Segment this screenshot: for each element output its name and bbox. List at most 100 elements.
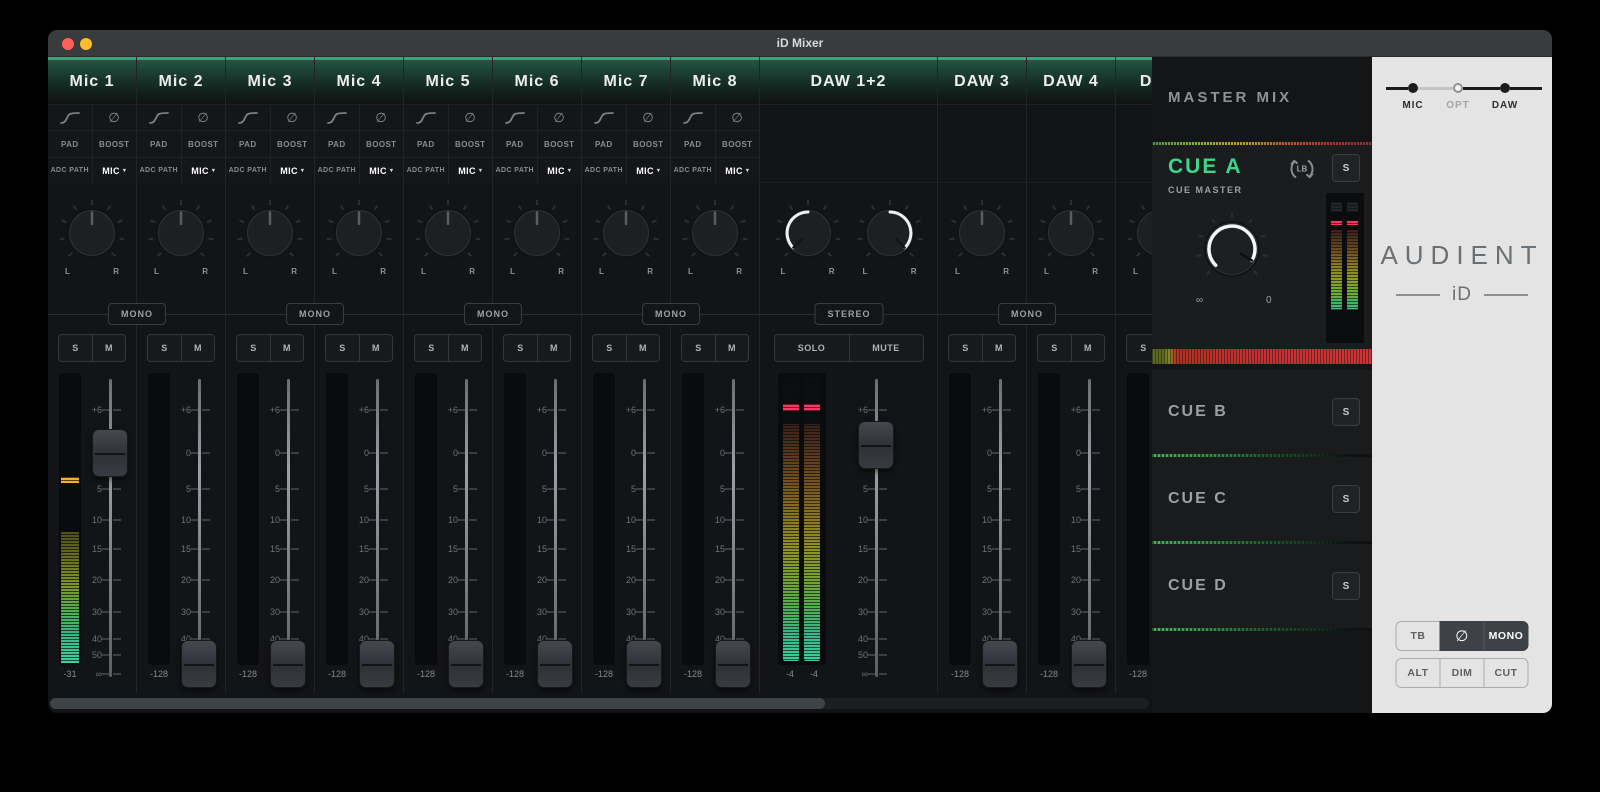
pad-button[interactable]: PAD xyxy=(493,131,537,157)
source-select[interactable]: MIC ▾ xyxy=(626,158,670,183)
channel-header[interactable]: Mic 6 xyxy=(493,57,581,105)
pan-knob[interactable] xyxy=(590,197,662,274)
solo-button[interactable]: S xyxy=(948,334,982,362)
pan-knob[interactable] xyxy=(772,197,844,274)
talkback-button[interactable]: TB xyxy=(1395,621,1441,651)
stereo-link-button[interactable]: STEREO xyxy=(814,303,884,325)
source-select[interactable]: MIC ▾ xyxy=(270,158,314,183)
mute-button[interactable]: M xyxy=(537,334,571,362)
fader[interactable]: +605101520304050∞ xyxy=(852,373,900,679)
fader-handle[interactable] xyxy=(715,639,751,688)
channel-header[interactable]: Mic 3 xyxy=(226,57,314,105)
cue-c-solo-button[interactable]: S xyxy=(1332,485,1360,513)
mute-button[interactable]: M xyxy=(359,334,393,362)
boost-button[interactable]: BOOST xyxy=(359,131,403,157)
boost-button[interactable]: BOOST xyxy=(92,131,136,157)
scrollbar-thumb[interactable] xyxy=(50,698,825,709)
solo-button[interactable]: S xyxy=(147,334,181,362)
pan-knob[interactable] xyxy=(56,197,128,274)
fader-handle[interactable] xyxy=(982,639,1018,688)
channel-header[interactable]: Mic 1 xyxy=(48,57,136,105)
hpf-filter-button[interactable] xyxy=(137,105,181,130)
mono-button[interactable]: MONO xyxy=(1483,621,1529,651)
channel-header[interactable]: Mic 7 xyxy=(582,57,670,105)
mono-link-button[interactable]: MONO xyxy=(642,303,700,325)
cue-master-volume-knob[interactable] xyxy=(1190,207,1274,291)
solo-button[interactable]: S xyxy=(1037,334,1071,362)
window-titlebar[interactable]: iD Mixer xyxy=(48,30,1552,57)
solo-button[interactable]: S xyxy=(592,334,626,362)
mono-link-button[interactable]: MONO xyxy=(464,303,522,325)
polarity-button[interactable]: ∅ xyxy=(1439,621,1485,651)
hpf-filter-button[interactable] xyxy=(48,105,92,130)
boost-button[interactable]: BOOST xyxy=(715,131,759,157)
fader-handle[interactable] xyxy=(359,639,395,688)
pan-knob[interactable] xyxy=(1035,197,1107,274)
fader[interactable]: +605101520304050∞ xyxy=(620,373,668,688)
fader-handle[interactable] xyxy=(270,639,306,688)
boost-button[interactable]: BOOST xyxy=(270,131,314,157)
fader-handle[interactable] xyxy=(92,428,128,477)
pad-button[interactable]: PAD xyxy=(48,131,92,157)
solo-button[interactable]: SOLO xyxy=(773,334,849,362)
channel-header[interactable]: DAW xyxy=(1116,57,1152,105)
mic-position-dot[interactable] xyxy=(1408,83,1418,93)
fader-handle[interactable] xyxy=(181,639,217,688)
dim-button[interactable]: DIM xyxy=(1439,658,1485,688)
source-select[interactable]: MIC ▾ xyxy=(92,158,136,183)
fader-handle[interactable] xyxy=(448,639,484,688)
hpf-filter-button[interactable] xyxy=(671,105,715,130)
pad-button[interactable]: PAD xyxy=(582,131,626,157)
mute-button[interactable]: M xyxy=(181,334,215,362)
solo-button[interactable]: S xyxy=(414,334,448,362)
boost-button[interactable]: BOOST xyxy=(626,131,670,157)
source-select[interactable]: MIC ▾ xyxy=(359,158,403,183)
polarity-button[interactable]: ∅ xyxy=(359,105,403,130)
solo-button[interactable]: S xyxy=(503,334,537,362)
mute-button[interactable]: M xyxy=(982,334,1016,362)
polarity-button[interactable]: ∅ xyxy=(626,105,670,130)
solo-button[interactable]: S xyxy=(325,334,359,362)
source-select[interactable]: MIC ▾ xyxy=(448,158,492,183)
alt-speaker-button[interactable]: ALT xyxy=(1395,658,1441,688)
pad-button[interactable]: PAD xyxy=(404,131,448,157)
mute-button[interactable]: M xyxy=(270,334,304,362)
pan-knob[interactable] xyxy=(1124,197,1152,274)
channel-header[interactable]: DAW 3 xyxy=(938,57,1026,105)
pad-button[interactable]: PAD xyxy=(226,131,270,157)
hpf-filter-button[interactable] xyxy=(315,105,359,130)
hpf-filter-button[interactable] xyxy=(404,105,448,130)
pan-knob[interactable] xyxy=(145,197,217,274)
channel-header[interactable]: Mic 2 xyxy=(137,57,225,105)
pan-knob[interactable] xyxy=(946,197,1018,274)
fader[interactable]: +605101520304050∞ xyxy=(86,373,134,679)
polarity-button[interactable]: ∅ xyxy=(448,105,492,130)
channel-header[interactable]: Mic 4 xyxy=(315,57,403,105)
fader[interactable]: +605101520304050∞ xyxy=(1065,373,1113,688)
fader[interactable]: +605101520304050∞ xyxy=(442,373,490,688)
channel-header[interactable]: Mic 5 xyxy=(404,57,492,105)
mono-link-button[interactable]: MONO xyxy=(286,303,344,325)
pad-button[interactable]: PAD xyxy=(315,131,359,157)
polarity-button[interactable]: ∅ xyxy=(92,105,136,130)
pan-knob[interactable] xyxy=(234,197,306,274)
pan-knob[interactable] xyxy=(679,197,751,274)
pad-button[interactable]: PAD xyxy=(137,131,181,157)
mute-button[interactable]: M xyxy=(1071,334,1105,362)
daw-position-dot[interactable] xyxy=(1500,83,1510,93)
polarity-button[interactable]: ∅ xyxy=(181,105,225,130)
fader[interactable]: +605101520304050∞ xyxy=(175,373,223,688)
boost-button[interactable]: BOOST xyxy=(537,131,581,157)
solo-button[interactable]: S xyxy=(1126,334,1152,362)
source-select[interactable]: MIC ▾ xyxy=(537,158,581,183)
mono-link-button[interactable]: MONO xyxy=(998,303,1056,325)
fader[interactable]: +605101520304050∞ xyxy=(709,373,757,688)
channel-header[interactable]: DAW 1+2 xyxy=(760,57,937,105)
hpf-filter-button[interactable] xyxy=(582,105,626,130)
cue-d-solo-button[interactable]: S xyxy=(1332,572,1360,600)
source-select[interactable]: MIC ▾ xyxy=(715,158,759,183)
pan-knob[interactable] xyxy=(323,197,395,274)
mute-button[interactable]: M xyxy=(92,334,126,362)
pan-knob[interactable] xyxy=(412,197,484,274)
boost-button[interactable]: BOOST xyxy=(181,131,225,157)
